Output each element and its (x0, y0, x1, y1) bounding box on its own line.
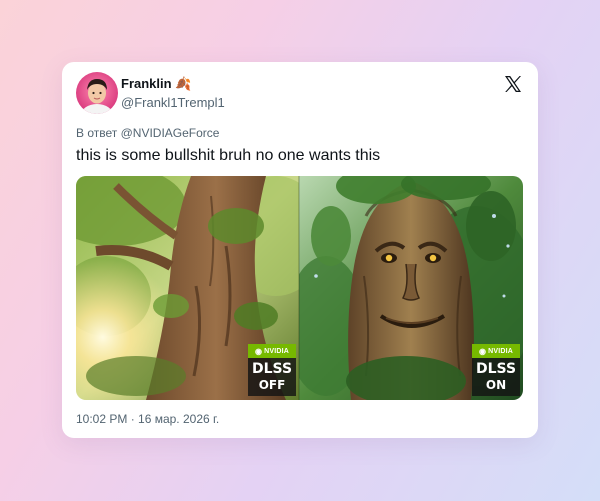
reply-to-label[interactable]: В ответ @NVIDIAGeForce (76, 126, 219, 140)
tweet-media-image[interactable]: ◉ NVIDIA DLSS OFF ◉ NVIDIA DLSS ON (76, 176, 523, 400)
x-logo-icon[interactable] (503, 74, 523, 94)
dlss-state-label: ON (485, 378, 507, 392)
nvidia-logo-label: ◉ NVIDIA (472, 344, 520, 358)
avatar[interactable] (76, 72, 118, 114)
display-name[interactable]: Franklin 🍂 (121, 76, 191, 92)
user-handle[interactable]: @Frankl1Trempl1 (121, 95, 225, 110)
nvidia-logo-label: ◉ NVIDIA (248, 344, 296, 358)
dlss-label: DLSS (251, 361, 293, 377)
dlss-state-label: OFF (258, 378, 286, 392)
tweet-timestamp[interactable]: 10:02 PM · 16 мар. 2026 г. (76, 412, 219, 426)
nvidia-eye-icon: ◉ (254, 346, 263, 356)
dlss-label: DLSS (475, 361, 517, 377)
tweet-card: Franklin 🍂 @Frankl1Trempl1 В ответ @NVID… (62, 62, 538, 438)
dlss-on-badge: ◉ NVIDIA DLSS ON (472, 344, 520, 396)
dlss-off-badge: ◉ NVIDIA DLSS OFF (248, 344, 296, 396)
nvidia-eye-icon: ◉ (478, 346, 487, 356)
tweet-text: this is some bullshit bruh no one wants … (76, 147, 381, 164)
